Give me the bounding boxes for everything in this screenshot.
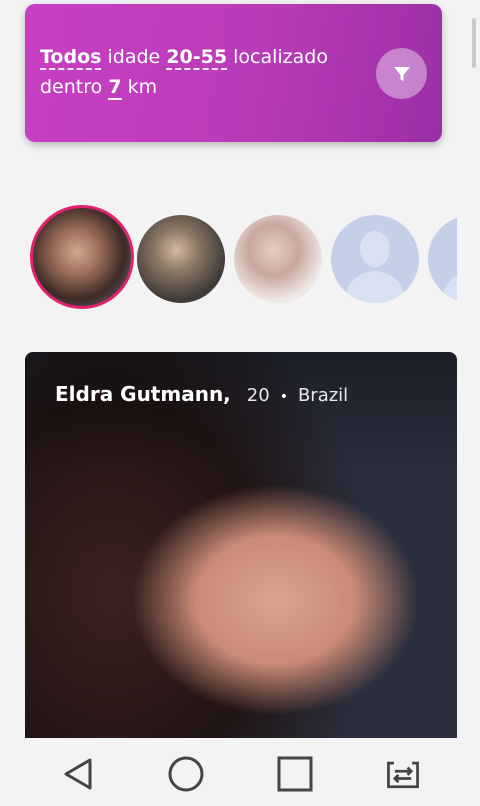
story-avatar[interactable] bbox=[234, 215, 322, 303]
story-avatar[interactable] bbox=[137, 215, 225, 303]
location-label: localizado bbox=[233, 46, 328, 68]
home-button[interactable] bbox=[166, 754, 206, 794]
story-avatar-placeholder[interactable] bbox=[331, 215, 419, 303]
recents-button[interactable] bbox=[275, 754, 315, 794]
stories-strip[interactable] bbox=[30, 205, 457, 315]
story-avatar-placeholder[interactable] bbox=[428, 215, 457, 303]
gender-value[interactable]: Todos bbox=[40, 46, 102, 70]
profile-photo-overlay bbox=[25, 352, 457, 472]
profile-info: Eldra Gutmann, 20 • Brazil bbox=[55, 382, 348, 406]
filter-button[interactable] bbox=[376, 48, 427, 99]
home-icon bbox=[168, 756, 204, 792]
age-label: idade bbox=[107, 46, 161, 68]
avatar-shoulders-shape bbox=[345, 271, 405, 303]
distance-unit: km bbox=[127, 76, 158, 98]
profile-age: 20 bbox=[246, 385, 270, 406]
recents-icon bbox=[277, 756, 313, 792]
profile-separator: • bbox=[279, 389, 288, 405]
profile-name: Eldra Gutmann, bbox=[55, 382, 231, 406]
avatar-head-shape bbox=[360, 231, 390, 267]
avatar-shoulders-shape bbox=[442, 271, 457, 303]
system-navbar bbox=[0, 738, 480, 806]
within-label: dentro bbox=[40, 76, 103, 98]
profile-country: Brazil bbox=[297, 385, 349, 406]
back-icon bbox=[64, 758, 92, 790]
distance-value[interactable]: 7 bbox=[108, 76, 122, 100]
story-avatar-active[interactable] bbox=[30, 205, 134, 309]
profile-card[interactable]: Eldra Gutmann, 20 • Brazil bbox=[25, 352, 457, 752]
back-button[interactable] bbox=[58, 754, 98, 794]
age-value[interactable]: 20-55 bbox=[166, 46, 228, 70]
filter-card[interactable]: Todos idade 20-55 localizado dentro 7 km bbox=[25, 4, 442, 142]
switch-screen-button[interactable] bbox=[383, 754, 423, 794]
filter-summary: Todos idade 20-55 localizado dentro 7 km bbox=[40, 42, 370, 102]
scrollbar[interactable] bbox=[472, 18, 476, 68]
filter-icon bbox=[393, 66, 410, 81]
switch-screen-icon bbox=[387, 761, 419, 789]
